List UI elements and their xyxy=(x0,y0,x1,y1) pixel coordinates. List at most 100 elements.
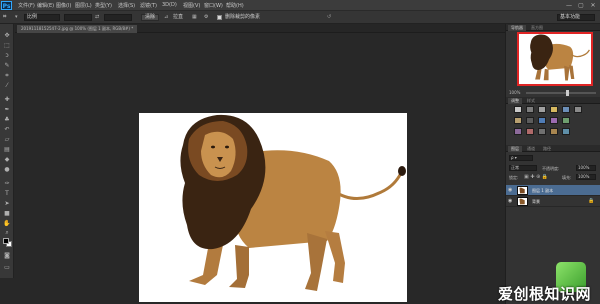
quick-mask-icon[interactable]: ◙ xyxy=(3,252,11,259)
workspace xyxy=(15,34,505,304)
crop-tool-icon[interactable]: ⌗ xyxy=(3,14,13,21)
swap-icon[interactable]: ⇄ xyxy=(95,14,101,21)
options-bar: ⌗ ▾ 比例 ⇄ 清除 ⊿ 拉直 ▦ ⚙ 删除裁剪的像素 ↺ 基本功能 xyxy=(0,11,600,24)
zoom-slider-handle[interactable] xyxy=(566,90,569,96)
straighten-label[interactable]: 拉直 xyxy=(173,14,183,21)
eyedropper-tool-icon[interactable]: ⁄ xyxy=(3,82,11,89)
color-lookup-icon[interactable] xyxy=(562,117,570,124)
ratio-select[interactable]: 比例 xyxy=(24,14,60,21)
screen-mode-icon[interactable]: ▭ xyxy=(3,264,11,271)
layer-name[interactable]: 图层 1 副本 xyxy=(532,188,553,194)
fill-label: 填充: xyxy=(562,175,572,180)
menu-layer[interactable]: 图层(L) xyxy=(75,2,92,9)
document-tab[interactable]: 20191118152547-2.jpg @ 100% (图层 1 副本, RG… xyxy=(17,25,138,33)
gear-icon[interactable]: ⚙ xyxy=(204,14,210,21)
invert-icon[interactable] xyxy=(514,128,522,135)
width-input[interactable] xyxy=(64,14,92,21)
visibility-eye-icon[interactable]: ◉ xyxy=(508,199,514,204)
tab-channels[interactable]: 通道 xyxy=(524,146,538,152)
zoom-slider[interactable] xyxy=(526,90,596,96)
tab-adjustments[interactable]: 调整 xyxy=(508,98,522,104)
brush-tool-icon[interactable]: ✒ xyxy=(3,106,11,113)
navigator-preview[interactable] xyxy=(517,32,593,86)
menu-filter[interactable]: 滤镜(T) xyxy=(140,2,157,9)
gradient-tool-icon[interactable]: ▤ xyxy=(3,146,11,153)
fill-input[interactable]: 100% xyxy=(576,174,596,180)
zoom-tool-icon[interactable]: ⌕ xyxy=(3,229,11,236)
marquee-tool-icon[interactable]: ⬚ xyxy=(3,42,11,49)
tab-layers[interactable]: 图层 xyxy=(508,146,522,152)
menu-image[interactable]: 图像(I) xyxy=(56,2,71,9)
document-canvas[interactable] xyxy=(139,113,407,302)
toolbox: ✥ ⬚ ↄ ✎ ⌗ ⁄ ✚ ✒ ♣ ↶ ▱ ▤ ◆ ● ✑ T ➤ ■ ✋ ⌕ … xyxy=(0,24,14,278)
blend-mode-select[interactable]: 正常 xyxy=(509,165,537,171)
exposure-icon[interactable] xyxy=(550,106,558,113)
opacity-label: 不透明度: xyxy=(542,166,560,171)
menu-view[interactable]: 视图(V) xyxy=(183,2,200,9)
menu-select[interactable]: 选择(S) xyxy=(118,2,135,9)
layer-name[interactable]: 背景 xyxy=(532,199,540,205)
clear-button[interactable]: 清除 xyxy=(141,14,159,21)
black-white-icon[interactable] xyxy=(526,117,534,124)
visibility-eye-icon[interactable]: ◉ xyxy=(508,188,514,193)
move-tool-icon[interactable]: ✥ xyxy=(3,32,11,39)
shape-tool-icon[interactable]: ■ xyxy=(3,210,11,217)
pen-tool-icon[interactable]: ✑ xyxy=(3,180,11,187)
right-panel-dock: 导航器 直方图 100% 调整 样式 图层 通道 路径 ρ ▾ 正常 不透明度:… xyxy=(505,24,600,304)
menu-window[interactable]: 窗口(W) xyxy=(204,2,223,9)
undo-icon[interactable]: ↺ xyxy=(327,14,334,21)
lasso-tool-icon[interactable]: ↄ xyxy=(3,52,11,59)
type-tool-icon[interactable]: T xyxy=(3,190,11,197)
curves-icon[interactable] xyxy=(538,106,546,113)
hand-tool-icon[interactable]: ✋ xyxy=(3,220,11,227)
close-icon[interactable]: ✕ xyxy=(589,2,597,9)
clone-stamp-tool-icon[interactable]: ♣ xyxy=(3,116,11,123)
tab-styles[interactable]: 样式 xyxy=(524,98,538,104)
menu-edit[interactable]: 编辑(E) xyxy=(37,2,54,9)
menu-3d[interactable]: 3D(D) xyxy=(162,2,177,8)
hue-icon[interactable] xyxy=(574,106,582,113)
gradient-map-icon[interactable] xyxy=(550,128,558,135)
layer-thumbnail xyxy=(517,186,528,195)
layer-thumbnail-image xyxy=(519,198,525,205)
layer-row[interactable]: ◉ 背景 🔒 xyxy=(506,196,600,207)
tab-paths[interactable]: 路径 xyxy=(540,146,554,152)
threshold-icon[interactable] xyxy=(538,128,546,135)
quick-select-tool-icon[interactable]: ✎ xyxy=(3,62,11,69)
posterize-icon[interactable] xyxy=(526,128,534,135)
minimize-icon[interactable]: — xyxy=(565,2,573,9)
straighten-icon[interactable]: ⊿ xyxy=(164,14,170,21)
vibrance-icon[interactable] xyxy=(562,106,570,113)
dodge-tool-icon[interactable]: ● xyxy=(3,166,11,173)
layers-panel-header: 图层 通道 路径 xyxy=(506,145,600,152)
brightness-icon[interactable] xyxy=(514,106,522,113)
delete-pixels-checkbox[interactable] xyxy=(217,15,222,20)
layer-filter-select[interactable]: ρ ▾ xyxy=(509,155,533,161)
photo-filter-icon[interactable] xyxy=(538,117,546,124)
lock-icon[interactable]: ▣ ✚ ⊕ 🔒 xyxy=(524,174,548,180)
history-brush-tool-icon[interactable]: ↶ xyxy=(3,126,11,133)
workspace-select[interactable]: 基本功能 xyxy=(557,14,595,21)
blur-tool-icon[interactable]: ◆ xyxy=(3,156,11,163)
channel-mixer-icon[interactable] xyxy=(550,117,558,124)
chevron-down-icon[interactable]: ▾ xyxy=(15,14,22,21)
menu-file[interactable]: 文件(F) xyxy=(18,2,35,9)
selective-color-icon[interactable] xyxy=(562,128,570,135)
grid-overlay-icon[interactable]: ▦ xyxy=(192,14,198,21)
tab-histogram[interactable]: 直方图 xyxy=(528,25,546,31)
menu-help[interactable]: 帮助(H) xyxy=(226,2,244,9)
height-input[interactable] xyxy=(104,14,132,21)
color-balance-icon[interactable] xyxy=(514,117,522,124)
eraser-tool-icon[interactable]: ▱ xyxy=(3,136,11,143)
opacity-input[interactable]: 100% xyxy=(576,165,596,171)
tab-navigator[interactable]: 导航器 xyxy=(508,25,526,31)
levels-icon[interactable] xyxy=(526,106,534,113)
foreground-color-swatch[interactable] xyxy=(3,238,9,244)
layer-row[interactable]: ◉ 图层 1 副本 xyxy=(506,185,600,196)
healing-brush-tool-icon[interactable]: ✚ xyxy=(3,96,11,103)
maximize-icon[interactable]: ▢ xyxy=(577,2,585,9)
crop-tool-icon[interactable]: ⌗ xyxy=(3,72,11,79)
path-select-tool-icon[interactable]: ➤ xyxy=(3,200,11,207)
zoom-level[interactable]: 100% xyxy=(509,90,520,95)
menu-type[interactable]: 类型(Y) xyxy=(95,2,112,9)
